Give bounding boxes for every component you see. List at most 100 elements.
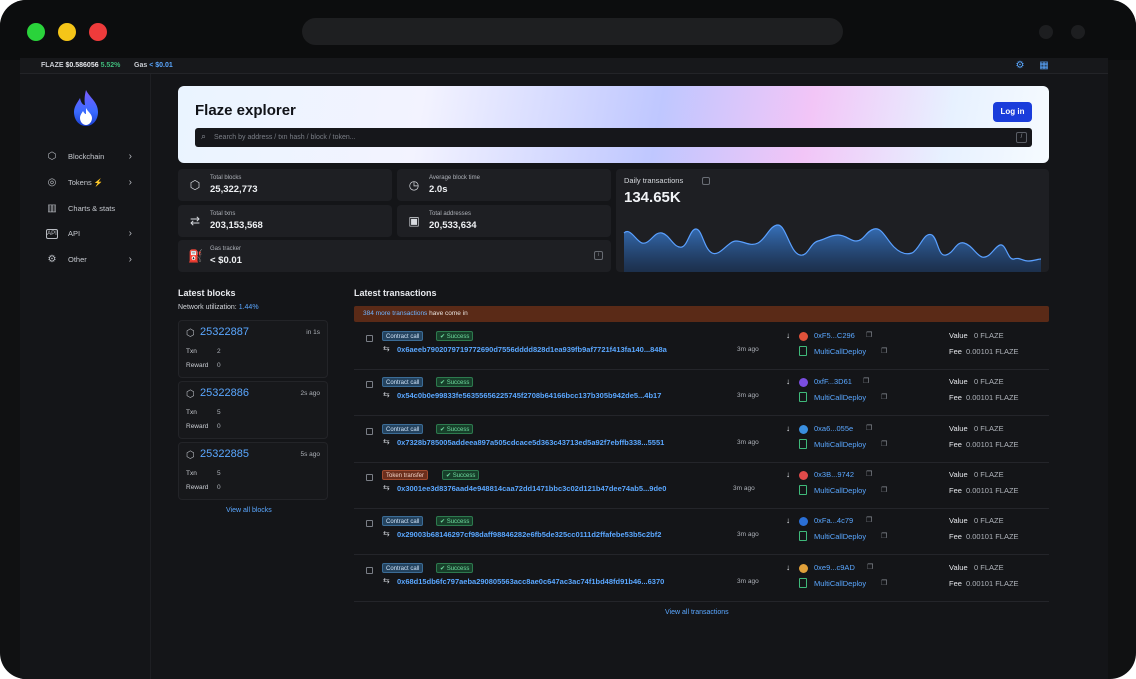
block-card[interactable]: ⬡ 25322885 5s ago Txn 5 Reward 0 (178, 442, 328, 500)
apps-grid-icon[interactable]: ▦ (1038, 60, 1050, 72)
transaction-row[interactable]: Contract call ✔ Success ⇆ 0x54c0b0e99833… (354, 370, 1049, 416)
cube-icon: ⬡ (47, 151, 57, 162)
from-address-link[interactable]: 0xe9...c9AD (814, 563, 855, 572)
sidebar-item-label: Blockchain (68, 152, 105, 161)
from-address-link[interactable]: 0xFa...4c79 (814, 516, 853, 525)
value-label: Value (949, 516, 968, 525)
sidebar-item-api[interactable]: API API › (46, 225, 136, 243)
fee-label: Fee (949, 532, 962, 541)
settings-icon[interactable]: ⚙ (1014, 60, 1026, 72)
sidebar-item-other[interactable]: ⚙ Other › (46, 251, 136, 269)
hero-banner: Flaze explorer Log in ⌕ Search by addres… (178, 86, 1049, 163)
transaction-row[interactable]: Contract call ✔ Success ⇆ 0x7328b785005a… (354, 417, 1049, 463)
toolbar-circle-icon[interactable] (1039, 25, 1053, 39)
cube-icon: ⬡ (186, 450, 195, 461)
tx-type-badge: Token transfer (382, 470, 429, 480)
sidebar-item-label: API (68, 229, 81, 238)
from-address-link[interactable]: 0x3B...9742 (814, 470, 854, 479)
new-transactions-count[interactable]: 384 more transactions (363, 310, 427, 317)
copy-icon[interactable]: ❐ (881, 347, 887, 355)
to-contract-link[interactable]: MultiCallDeploy (814, 579, 866, 588)
to-contract-link[interactable]: MultiCallDeploy (814, 347, 866, 356)
cube-icon: ⬡ (186, 389, 195, 400)
sidebar-item-label: Other (68, 255, 87, 264)
transaction-row[interactable]: Contract call ✔ Success ⇆ 0x6aeeb7902079… (354, 324, 1049, 370)
stat-total-txns: ⇄ Total txns 203,153,568 (178, 205, 392, 237)
block-number-link[interactable]: 25322886 (200, 387, 249, 399)
tx-type-icon (366, 520, 373, 527)
stat-value: 20,533,634 (429, 220, 477, 231)
sidebar-item-blockchain[interactable]: ⬡ Blockchain › (46, 148, 136, 166)
reward-value: 0 (217, 484, 221, 491)
chevron-right-icon: › (128, 254, 132, 265)
copy-icon[interactable]: ❐ (863, 377, 869, 385)
to-contract-link[interactable]: MultiCallDeploy (814, 486, 866, 495)
copy-icon[interactable]: ❐ (866, 516, 872, 524)
toolbar-circle-icon[interactable] (1071, 25, 1085, 39)
copy-icon[interactable]: ❐ (866, 424, 872, 432)
txn-label: Txn (186, 470, 197, 477)
gas-price: Gas < $0.01 (134, 58, 173, 74)
to-contract-link[interactable]: MultiCallDeploy (814, 440, 866, 449)
swap-icon: ⇆ (383, 390, 390, 399)
sidebar-item-tokens[interactable]: ◎ Tokens ⚡ › (46, 174, 136, 192)
reward-label: Reward (186, 362, 209, 369)
copy-icon[interactable]: ❐ (866, 331, 872, 339)
sidebar-item-charts[interactable]: ▥ Charts & stats (46, 200, 136, 218)
transaction-row[interactable]: Token transfer ✔ Success ⇆ 0x3001ee3d837… (354, 463, 1049, 509)
network-utilization-label: Network utilization: (178, 304, 237, 311)
network-utilization: Network utilization: 1.44% (178, 304, 259, 311)
copy-icon[interactable]: ❐ (881, 393, 887, 401)
latest-blocks-title: Latest blocks (178, 288, 236, 298)
from-address-link[interactable]: 0xa6...055e (814, 424, 853, 433)
fee-label: Fee (949, 579, 962, 588)
to-contract-link[interactable]: MultiCallDeploy (814, 393, 866, 402)
login-button[interactable]: Log in (993, 102, 1032, 122)
search-input[interactable]: ⌕ Search by address / txn hash / block /… (195, 128, 1032, 147)
view-all-blocks-link[interactable]: View all blocks (226, 507, 272, 514)
address-bar[interactable] (302, 18, 843, 45)
minimize-button[interactable] (58, 23, 76, 41)
address-avatar (799, 332, 808, 341)
to-contract-link[interactable]: MultiCallDeploy (814, 532, 866, 541)
close-button[interactable] (89, 23, 107, 41)
copy-icon[interactable]: ❐ (881, 440, 887, 448)
fee-amount: 0.00101 FLAZE (966, 579, 1019, 588)
transaction-row[interactable]: Contract call ✔ Success ⇆ 0x68d15db6fc79… (354, 556, 1049, 602)
txn-count: 2 (217, 348, 221, 355)
block-card[interactable]: ⬡ 25322886 2s ago Txn 5 Reward 0 (178, 381, 328, 439)
tx-hash-link[interactable]: 0x54c0b0e99833fe56355656225745f2708b6416… (397, 391, 661, 400)
copy-icon[interactable]: ❐ (866, 470, 872, 478)
block-number-link[interactable]: 25322885 (200, 448, 249, 460)
view-all-transactions-link[interactable]: View all transactions (665, 609, 729, 616)
tx-hash-link[interactable]: 0x6aeeb7902079719772690d7556dddd828d1ea9… (397, 345, 667, 354)
contract-icon (799, 392, 807, 402)
stat-label: Total addresses (429, 211, 472, 217)
from-address-link[interactable]: 0xfF...3D61 (814, 377, 852, 386)
copy-icon[interactable]: ❐ (881, 579, 887, 587)
swap-icon: ⇆ (383, 344, 390, 353)
new-transactions-banner[interactable]: 384 more transactions have come in (354, 306, 1049, 322)
copy-icon[interactable]: ❐ (881, 532, 887, 540)
tx-hash-link[interactable]: 0x3001ee3d8376aad4e948814caa72dd1471bbc3… (397, 484, 666, 493)
transaction-row[interactable]: Contract call ✔ Success ⇆ 0x29003b681462… (354, 509, 1049, 555)
copy-icon[interactable]: ❐ (867, 563, 873, 571)
status-text: Success (452, 473, 476, 479)
tx-age: 3m ago (737, 439, 759, 446)
value-amount: 0 FLAZE (974, 424, 1004, 433)
value-amount: 0 FLAZE (974, 331, 1004, 340)
block-number-link[interactable]: 25322887 (200, 326, 249, 338)
status-badge: ✔ Success (442, 470, 480, 480)
gas-label: Gas (134, 62, 148, 69)
copy-icon[interactable]: ❐ (881, 486, 887, 494)
bolt-icon: ⚡ (93, 178, 104, 187)
info-icon[interactable]: i (594, 251, 603, 260)
block-card[interactable]: ⬡ 25322887 in 1s Txn 2 Reward 0 (178, 320, 328, 378)
tx-hash-link[interactable]: 0x29003b68146297cf98daff98846282e6fb5de3… (397, 530, 661, 539)
txn-label: Txn (186, 409, 197, 416)
tx-hash-link[interactable]: 0x68d15db6fc797aeba290805563acc8ae0c647a… (397, 577, 664, 586)
value-label: Value (949, 331, 968, 340)
maximize-button[interactable] (27, 23, 45, 41)
tx-hash-link[interactable]: 0x7328b785005addeea897a505cdcace5d363c43… (397, 438, 664, 447)
from-address-link[interactable]: 0xF5...C296 (814, 331, 855, 340)
